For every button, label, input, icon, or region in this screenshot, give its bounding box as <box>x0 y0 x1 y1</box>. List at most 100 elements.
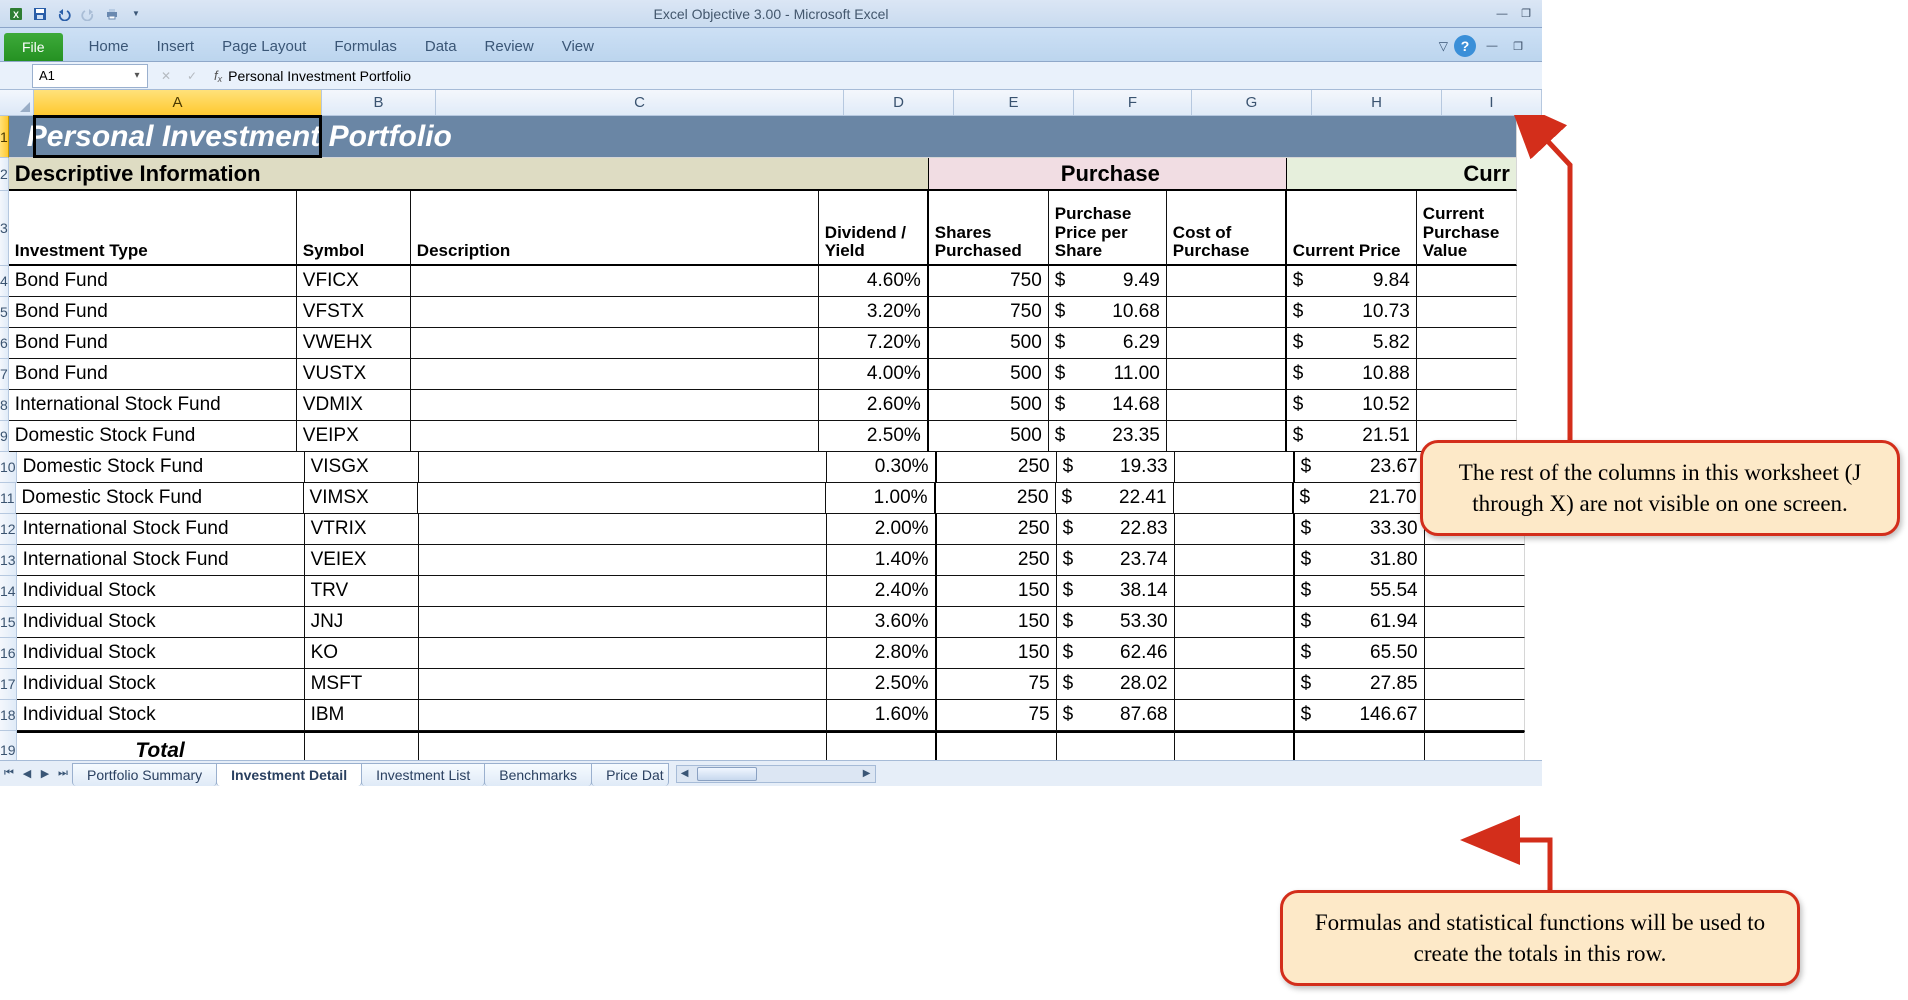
group-current[interactable]: Curr <box>1287 158 1517 191</box>
sheet-tab-price-data[interactable]: Price Dat <box>591 763 669 786</box>
column-header-b[interactable]: B <box>322 90 436 116</box>
cell-h16[interactable]: $65.50 <box>1295 638 1425 669</box>
column-header-i[interactable]: I <box>1442 90 1542 116</box>
tab-insert[interactable]: Insert <box>143 32 209 61</box>
cell-a5[interactable]: Bond Fund <box>9 297 297 328</box>
cell-g4[interactable] <box>1167 266 1287 297</box>
cell-f14[interactable]: $38.14 <box>1057 576 1175 607</box>
header-current-value[interactable]: Current Purchase Value <box>1417 191 1517 266</box>
cell-d12[interactable]: 2.00% <box>827 514 937 545</box>
cell-c8[interactable] <box>411 390 819 421</box>
cell-g18[interactable] <box>1175 700 1295 731</box>
group-descriptive[interactable]: Descriptive Information <box>9 158 929 191</box>
row-header-1[interactable]: 1 <box>0 116 9 158</box>
sheet-tab-investment-list[interactable]: Investment List <box>361 763 485 786</box>
tab-formulas[interactable]: Formulas <box>320 32 411 61</box>
cell-b10[interactable]: VISGX <box>305 452 419 483</box>
cell-b7[interactable]: VUSTX <box>297 359 411 390</box>
cell-d11[interactable]: 1.00% <box>826 483 936 514</box>
cell-f16[interactable]: $62.46 <box>1057 638 1175 669</box>
name-box-dropdown-icon[interactable]: ▾ <box>129 67 145 85</box>
cell-h18[interactable]: $146.67 <box>1295 700 1425 731</box>
cell-g17[interactable] <box>1175 669 1295 700</box>
cell-c16[interactable] <box>419 638 827 669</box>
cell-i13[interactable] <box>1425 545 1525 576</box>
cell-a11[interactable]: Domestic Stock Fund <box>16 483 304 514</box>
cell-h5[interactable]: $10.73 <box>1287 297 1417 328</box>
column-header-g[interactable]: G <box>1192 90 1312 116</box>
tab-page-layout[interactable]: Page Layout <box>208 32 320 61</box>
header-investment-type[interactable]: Investment Type <box>9 191 297 266</box>
qat-dropdown-icon[interactable]: ▼ <box>126 4 146 24</box>
cell-h14[interactable]: $55.54 <box>1295 576 1425 607</box>
cell-e9[interactable]: 500 <box>929 421 1049 452</box>
cell-h7[interactable]: $10.88 <box>1287 359 1417 390</box>
cell-i16[interactable] <box>1425 638 1525 669</box>
tab-nav-prev-icon[interactable]: ◀ <box>18 763 36 785</box>
cell-c15[interactable] <box>419 607 827 638</box>
cell-g6[interactable] <box>1167 328 1287 359</box>
tab-view[interactable]: View <box>548 32 608 61</box>
cell-d4[interactable]: 4.60% <box>819 266 929 297</box>
cell-h6[interactable]: $5.82 <box>1287 328 1417 359</box>
tab-review[interactable]: Review <box>471 32 548 61</box>
cell-d18[interactable]: 1.60% <box>827 700 937 731</box>
cell-a18[interactable]: Individual Stock <box>17 700 305 731</box>
cell-e6[interactable]: 500 <box>929 328 1049 359</box>
cell-e8[interactable]: 500 <box>929 390 1049 421</box>
cell-e18[interactable]: 75 <box>937 700 1057 731</box>
undo-icon[interactable] <box>54 4 74 24</box>
cell-h10[interactable]: $23.67 <box>1295 452 1425 483</box>
cell-f17[interactable]: $28.02 <box>1057 669 1175 700</box>
cell-f15[interactable]: $53.30 <box>1057 607 1175 638</box>
cell-h9[interactable]: $21.51 <box>1287 421 1417 452</box>
cell-g8[interactable] <box>1167 390 1287 421</box>
cell-e7[interactable]: 500 <box>929 359 1049 390</box>
cell-a9[interactable]: Domestic Stock Fund <box>9 421 297 452</box>
cell-e4[interactable]: 750 <box>929 266 1049 297</box>
cell-f4[interactable]: $9.49 <box>1049 266 1167 297</box>
cell-c14[interactable] <box>419 576 827 607</box>
row-header-17[interactable]: 17 <box>0 669 17 700</box>
cell-c13[interactable] <box>419 545 827 576</box>
cell-b4[interactable]: VFICX <box>297 266 411 297</box>
cell-f18[interactable]: $87.68 <box>1057 700 1175 731</box>
cell-e12[interactable]: 250 <box>937 514 1057 545</box>
scroll-thumb[interactable] <box>697 767 757 781</box>
header-shares-purchased[interactable]: Shares Purchased <box>929 191 1049 266</box>
cell-a13[interactable]: International Stock Fund <box>17 545 305 576</box>
cell-h11[interactable]: $21.70 <box>1294 483 1424 514</box>
header-dividend-yield[interactable]: Dividend / Yield <box>819 191 929 266</box>
name-box[interactable]: A1 ▾ <box>32 64 148 88</box>
cell-i17[interactable] <box>1425 669 1525 700</box>
cell-g14[interactable] <box>1175 576 1295 607</box>
cell-d16[interactable]: 2.80% <box>827 638 937 669</box>
scroll-left-icon[interactable]: ◀ <box>677 766 693 782</box>
cell-h13[interactable]: $31.80 <box>1295 545 1425 576</box>
cell-e15[interactable]: 150 <box>937 607 1057 638</box>
cell-a16[interactable]: Individual Stock <box>17 638 305 669</box>
cell-f6[interactable]: $6.29 <box>1049 328 1167 359</box>
cell-f9[interactable]: $23.35 <box>1049 421 1167 452</box>
cell-a12[interactable]: International Stock Fund <box>17 514 305 545</box>
row-header-15[interactable]: 15 <box>0 607 17 638</box>
row-header-6[interactable]: 6 <box>0 328 9 359</box>
cell-a15[interactable]: Individual Stock <box>17 607 305 638</box>
row-header-3[interactable]: 3 <box>0 191 9 266</box>
cancel-icon[interactable]: ✕ <box>156 66 176 86</box>
cell-c11[interactable] <box>418 483 826 514</box>
cell-d9[interactable]: 2.50% <box>819 421 929 452</box>
row-header-7[interactable]: 7 <box>0 359 9 390</box>
horizontal-scrollbar[interactable]: ◀ ▶ <box>676 765 876 783</box>
cell-b11[interactable]: VIMSX <box>304 483 418 514</box>
cell-c18[interactable] <box>419 700 827 731</box>
cell-a10[interactable]: Domestic Stock Fund <box>17 452 305 483</box>
cell-d8[interactable]: 2.60% <box>819 390 929 421</box>
row-header-8[interactable]: 8 <box>0 390 9 421</box>
cell-c4[interactable] <box>411 266 819 297</box>
cell-e5[interactable]: 750 <box>929 297 1049 328</box>
cell-b13[interactable]: VEIEX <box>305 545 419 576</box>
minimize-button[interactable]: — <box>1492 6 1512 22</box>
cell-e10[interactable]: 250 <box>937 452 1057 483</box>
cell-f13[interactable]: $23.74 <box>1057 545 1175 576</box>
